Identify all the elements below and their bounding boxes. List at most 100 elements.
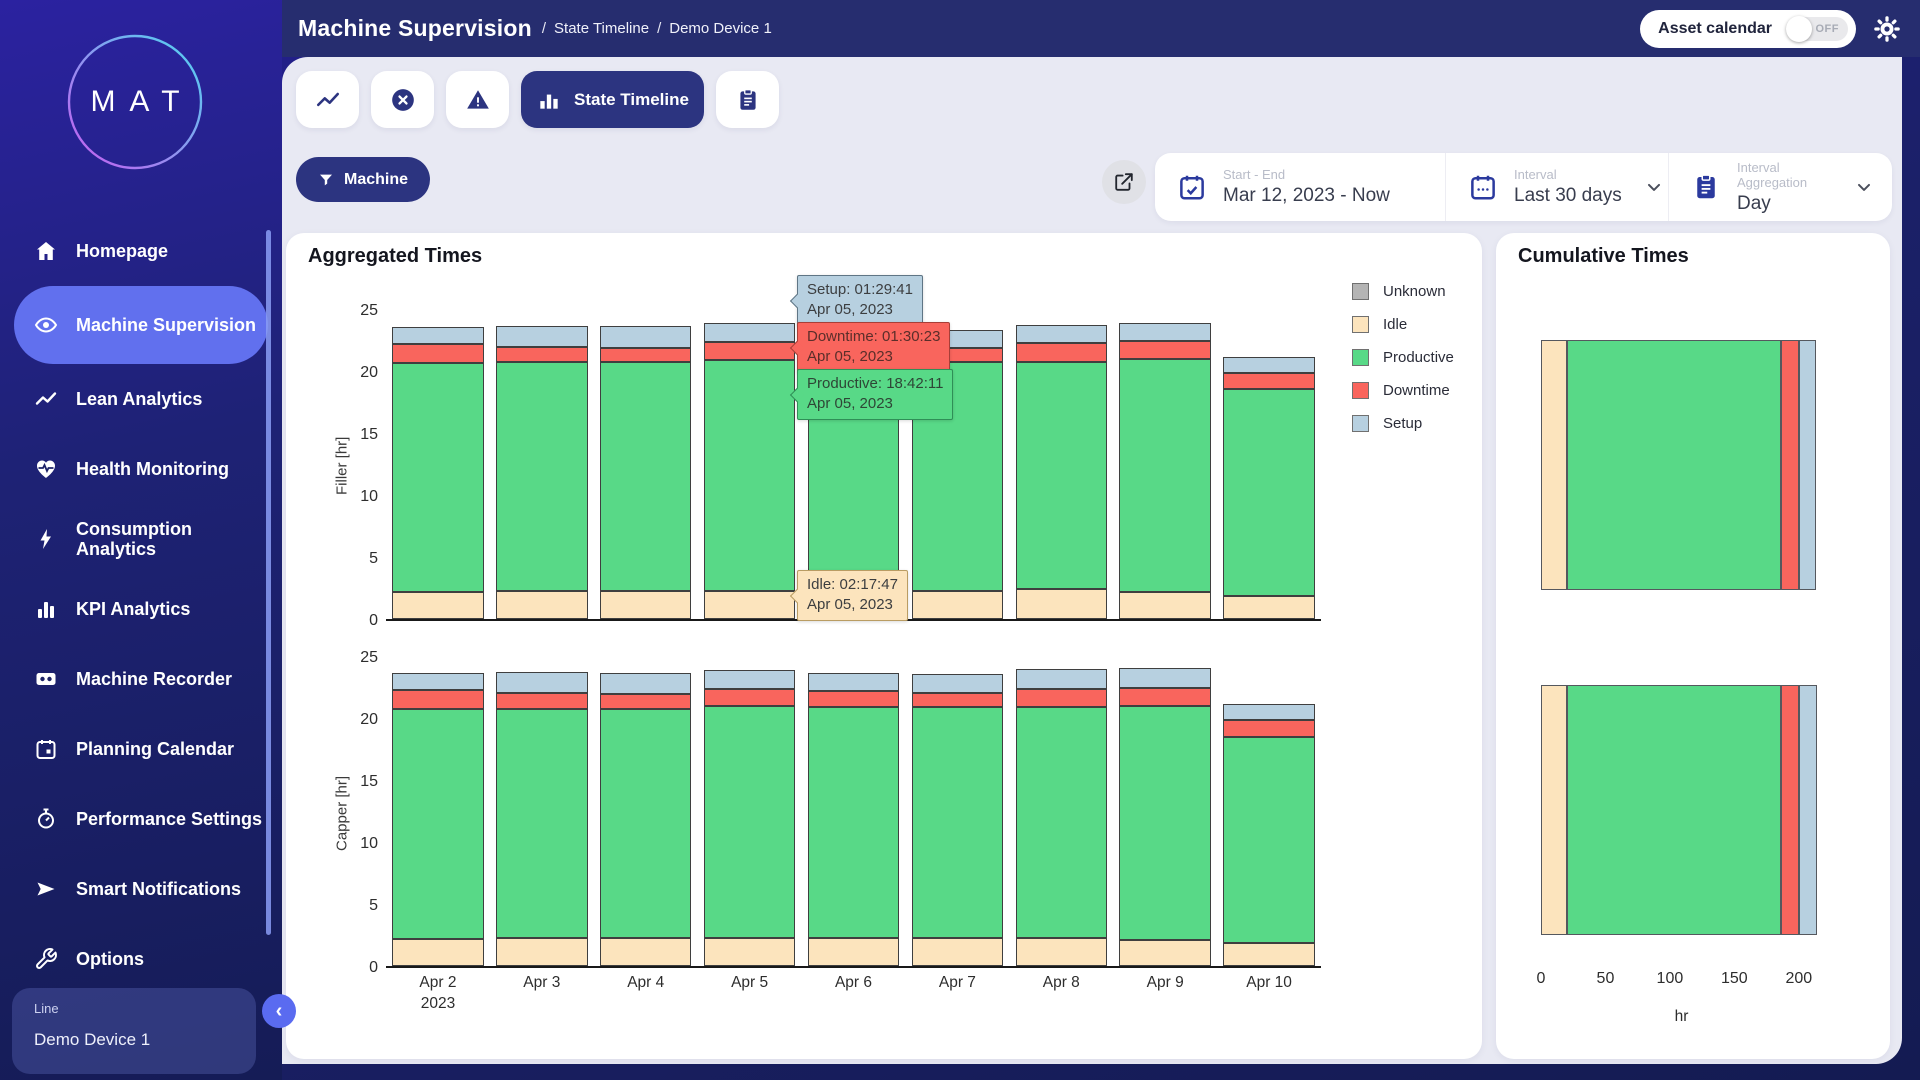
bar-segment-productive[interactable] <box>1016 707 1107 937</box>
bar-segment-setup[interactable] <box>704 670 795 688</box>
bar-segment-setup[interactable] <box>1223 704 1314 720</box>
bar-segment-productive[interactable] <box>704 706 795 938</box>
bar-segment-setup[interactable] <box>1119 323 1210 340</box>
asset-calendar-toggle[interactable]: Asset calendar OFF <box>1640 10 1856 48</box>
stacked-bar[interactable] <box>912 658 1003 966</box>
bar-segment-downtime[interactable] <box>600 694 691 709</box>
stacked-bar[interactable] <box>600 658 691 966</box>
bar-segment-productive[interactable] <box>1119 706 1210 940</box>
chevron-down-icon[interactable] <box>1854 177 1874 197</box>
bar-segment-downtime[interactable] <box>704 342 795 361</box>
cumulative-bar-capper[interactable] <box>1541 685 1822 935</box>
bar-segment-idle[interactable] <box>392 939 483 966</box>
bar-segment-idle[interactable] <box>496 938 587 966</box>
bar-segment-idle[interactable] <box>704 938 795 966</box>
sidebar-item-health-monitoring[interactable]: Health Monitoring <box>0 434 282 504</box>
cumulative-bar-filler[interactable] <box>1541 340 1822 590</box>
bar-segment-idle[interactable] <box>1119 592 1210 619</box>
bar-segment-setup[interactable] <box>496 672 587 693</box>
stacked-bar[interactable] <box>1016 311 1107 619</box>
sidebar-item-machine-recorder[interactable]: Machine Recorder <box>0 644 282 714</box>
bar-segment-productive[interactable] <box>1016 362 1107 590</box>
app-logo[interactable]: MAT <box>65 32 205 172</box>
aggregation-select[interactable]: Interval Aggregation Day <box>1668 153 1892 221</box>
bar-segment-idle[interactable] <box>912 591 1003 619</box>
bar-segment-productive[interactable] <box>912 707 1003 937</box>
stacked-bar[interactable] <box>1223 658 1314 966</box>
sidebar-item-kpi-analytics[interactable]: KPI Analytics <box>0 574 282 644</box>
sidebar-item-machine-supervision[interactable]: Machine Supervision <box>14 286 268 364</box>
tab-state-timeline[interactable]: State Timeline <box>521 71 704 128</box>
cumulative-segment-idle[interactable] <box>1541 340 1567 590</box>
sidebar-item-options[interactable]: Options <box>0 924 282 994</box>
bar-segment-downtime[interactable] <box>496 347 587 362</box>
bar-segment-downtime[interactable] <box>1223 373 1314 389</box>
chevron-down-icon[interactable] <box>1644 177 1664 197</box>
sidebar-item-smart-notifications[interactable]: Smart Notifications <box>0 854 282 924</box>
bar-segment-idle[interactable] <box>392 592 483 619</box>
bar-segment-productive[interactable] <box>392 363 483 592</box>
interval-select[interactable]: Interval Last 30 days <box>1445 153 1668 221</box>
bar-segment-setup[interactable] <box>1016 325 1107 343</box>
cumulative-segment-setup[interactable] <box>1799 685 1817 935</box>
sidebar-collapse-button[interactable]: ‹ <box>262 994 296 1028</box>
bar-segment-downtime[interactable] <box>392 344 483 362</box>
date-range-picker[interactable]: Start - End Mar 12, 2023 - Now <box>1155 153 1445 221</box>
bar-segment-setup[interactable] <box>600 326 691 348</box>
bar-segment-setup[interactable] <box>912 674 1003 692</box>
cumulative-segment-setup[interactable] <box>1799 340 1816 590</box>
cumulative-segment-productive[interactable] <box>1567 340 1781 590</box>
bar-segment-idle[interactable] <box>1119 940 1210 966</box>
stacked-bar[interactable] <box>1016 658 1107 966</box>
bar-segment-downtime[interactable] <box>1016 343 1107 361</box>
tab-clipboard[interactable] <box>716 71 779 128</box>
cumulative-segment-idle[interactable] <box>1541 685 1567 935</box>
bar-segment-idle[interactable] <box>1016 938 1107 966</box>
stacked-bar[interactable] <box>1119 311 1210 619</box>
tab-trend[interactable] <box>296 71 359 128</box>
bar-segment-setup[interactable] <box>392 673 483 690</box>
bar-segment-productive[interactable] <box>1223 389 1314 596</box>
bar-segment-idle[interactable] <box>496 591 587 619</box>
bar-segment-setup[interactable] <box>496 326 587 347</box>
bar-segment-idle[interactable] <box>1223 943 1314 966</box>
bar-segment-setup[interactable] <box>1119 668 1210 688</box>
stacked-bar[interactable] <box>808 658 899 966</box>
toggle-switch[interactable]: OFF <box>1786 17 1848 41</box>
stacked-bar[interactable] <box>496 311 587 619</box>
bar-segment-idle[interactable] <box>1223 596 1314 619</box>
tab-x-circle[interactable] <box>371 71 434 128</box>
bar-segment-downtime[interactable] <box>392 690 483 708</box>
tab-warning[interactable] <box>446 71 509 128</box>
cumulative-segment-productive[interactable] <box>1567 685 1781 935</box>
bar-segment-downtime[interactable] <box>1119 341 1210 359</box>
sidebar-item-homepage[interactable]: Homepage <box>0 216 282 286</box>
bar-segment-setup[interactable] <box>1016 669 1107 689</box>
bar-segment-productive[interactable] <box>496 362 587 591</box>
bar-segment-idle[interactable] <box>600 938 691 966</box>
bar-segment-productive[interactable] <box>496 709 587 938</box>
bar-segment-setup[interactable] <box>808 673 899 691</box>
bar-segment-idle[interactable] <box>1016 589 1107 619</box>
bar-segment-idle[interactable] <box>600 591 691 619</box>
bar-segment-setup[interactable] <box>704 323 795 341</box>
bar-segment-downtime[interactable] <box>600 348 691 362</box>
bar-segment-productive[interactable] <box>600 362 691 591</box>
bar-segment-downtime[interactable] <box>704 689 795 706</box>
stacked-bar[interactable] <box>1223 311 1314 619</box>
sidebar-item-consumption-analytics[interactable]: Consumption Analytics <box>0 504 282 574</box>
bar-segment-productive[interactable] <box>1223 737 1314 943</box>
bar-segment-productive[interactable] <box>392 709 483 939</box>
sidebar-item-performance-settings[interactable]: Performance Settings <box>0 784 282 854</box>
breadcrumb-item[interactable]: Demo Device 1 <box>669 20 772 37</box>
cumulative-segment-downtime[interactable] <box>1781 340 1799 590</box>
bar-segment-productive[interactable] <box>808 707 899 937</box>
bar-segment-downtime[interactable] <box>912 693 1003 708</box>
bar-segment-downtime[interactable] <box>1119 688 1210 706</box>
bar-segment-downtime[interactable] <box>496 693 587 709</box>
stacked-bar[interactable] <box>1119 658 1210 966</box>
bar-segment-productive[interactable] <box>1119 359 1210 592</box>
stacked-bar[interactable] <box>392 311 483 619</box>
stacked-bar[interactable] <box>392 658 483 966</box>
breadcrumb-item[interactable]: State Timeline <box>554 20 649 37</box>
